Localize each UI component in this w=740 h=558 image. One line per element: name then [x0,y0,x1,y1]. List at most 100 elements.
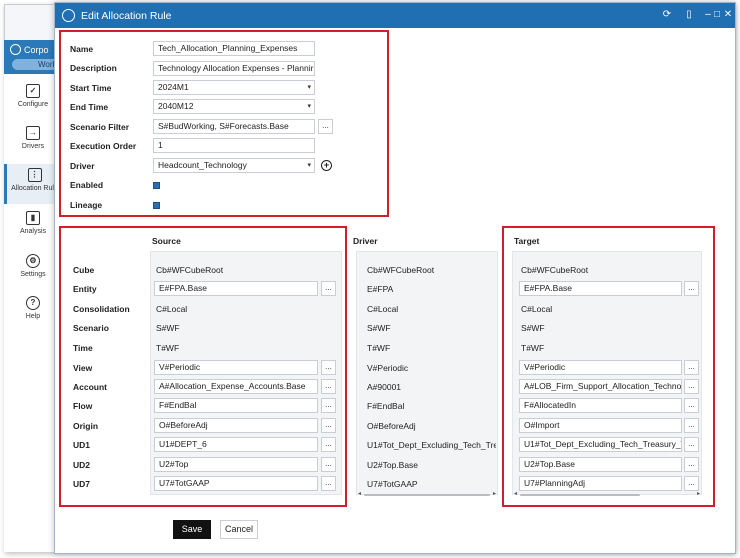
driver-select[interactable]: Headcount_Technology ▾ [153,158,315,173]
source-dimension-field[interactable]: E#FPA.Base [154,281,318,296]
target-member-picker-button[interactable]: ... [684,476,699,491]
target-member-picker-button[interactable]: ... [684,360,699,375]
screen: { "app": { "brand": "Corpo", "workspace_… [0,0,740,558]
execution-order-field[interactable]: 1 [153,138,315,153]
target-dimension-field[interactable]: O#Import [519,418,682,433]
nav-label: Analysis [19,228,47,235]
source-dimension-field[interactable]: A#Allocation_Expense_Accounts.Base [154,379,318,394]
dimension-label: Cube [73,265,95,275]
app-logo-icon [10,44,21,55]
end-time-select[interactable]: 2040M12 ▾ [153,99,315,114]
source-dimension-field[interactable]: V#Periodic [154,360,318,375]
target-dimension-field[interactable]: U2#Top.Base [519,457,682,472]
source-dimension-field[interactable]: U7#TotGAAP [154,476,318,491]
target-dimension-value: C#Local [521,304,553,314]
app-logo-icon [62,9,75,22]
refresh-icon[interactable]: ⟳ [661,9,673,21]
target-dimension-field[interactable]: U1#Tot_Dept_Excluding_Tech_Treasury_Va [519,437,682,452]
scroll-left-icon[interactable]: ◂ [514,490,517,497]
source-dimension-value: T#WF [156,343,180,353]
source-member-picker-button[interactable]: ... [321,457,336,472]
dimension-label: UD2 [73,460,91,470]
driver-dimension-value: C#Local [367,304,399,314]
source-dimension-value: C#Local [156,304,188,314]
dimension-label: View [73,363,93,373]
description-field[interactable]: Technology Allocation Expenses - Plannir [153,61,315,76]
close-icon[interactable]: ✕ [722,9,734,21]
enabled-checkbox[interactable] [153,182,160,189]
target-member-picker-button[interactable]: ... [684,457,699,472]
dimension-label: Consolidation [73,304,130,314]
driver-value: Headcount_Technology [158,160,247,170]
source-dimension-field[interactable]: F#EndBal [154,398,318,413]
start-time-value: 2024M1 [158,82,189,92]
source-member-picker-button[interactable]: ... [321,360,336,375]
scroll-right-icon[interactable]: ▸ [493,490,496,497]
target-member-picker-button[interactable]: ... [684,437,699,452]
scroll-right-icon[interactable]: ▸ [697,490,700,497]
driver-dimension-value: O#BeforeAdj [367,421,416,431]
enabled-label: Enabled [70,180,104,190]
pin-icon[interactable]: ▯ [683,9,695,21]
start-time-select[interactable]: 2024M1 ▾ [153,80,315,95]
target-horizontal-scrollbar[interactable]: ◂ ▸ [514,490,700,497]
scroll-left-icon[interactable]: ◂ [358,490,361,497]
drivers-icon: → [26,126,40,140]
target-dimension-value: Cb#WFCubeRoot [521,265,589,275]
app-brand: Corpo [10,44,49,55]
chevron-down-icon: ▾ [307,84,311,91]
dimension-label: UD1 [73,440,91,450]
driver-dimension-value: E#FPA [367,284,394,294]
add-driver-icon[interactable]: + [321,160,332,171]
source-member-picker-button[interactable]: ... [321,379,336,394]
driver-horizontal-scrollbar[interactable]: ◂ ▸ [358,490,496,497]
dimension-label: Entity [73,284,97,294]
target-member-picker-button[interactable]: ... [684,418,699,433]
source-member-picker-button[interactable]: ... [321,437,336,452]
source-member-picker-button[interactable]: ... [321,398,336,413]
target-dimension-field[interactable]: V#Periodic [519,360,682,375]
cancel-button[interactable]: Cancel [220,520,258,539]
configure-icon: ✓ [26,84,40,98]
source-dimension-field[interactable]: U1#DEPT_6 [154,437,318,452]
dimension-label: Origin [73,421,99,431]
start-time-label: Start Time [70,83,112,93]
name-field[interactable]: Tech_Allocation_Planning_Expenses [153,41,315,56]
scenario-filter-picker-button[interactable]: ... [318,119,333,134]
allocation-rule-icon: ⋮ [27,168,42,182]
source-dimension-value: Cb#WFCubeRoot [156,265,224,275]
help-icon: ? [26,296,40,310]
target-dimension-field[interactable]: E#FPA.Base [519,281,682,296]
description-label: Description [70,63,117,73]
target-member-picker-button[interactable]: ... [684,398,699,413]
driver-dimension-value: U7#TotGAAP [367,479,418,489]
dialog-titlebar[interactable]: Edit Allocation Rule ⟳ ▯ – □ ✕ [55,3,735,28]
target-dimension-field[interactable]: U7#PlanningAdj [519,476,682,491]
driver-dimension-value: A#90001 [367,382,402,392]
lineage-checkbox[interactable] [153,202,160,209]
dimension-label: Flow [73,401,93,411]
nav-label: Allocation Rule [11,185,58,192]
chevron-down-icon: ▾ [307,103,311,110]
driver-dimension-value: U2#Top.Base [367,460,419,470]
scrollbar-track[interactable] [364,494,490,496]
source-member-picker-button[interactable]: ... [321,476,336,491]
target-dimension-field[interactable]: F#AllocatedIn [519,398,682,413]
source-dimension-field[interactable]: U2#Top [154,457,318,472]
end-time-value: 2040M12 [158,101,194,111]
scenario-filter-field[interactable]: S#BudWorking, S#Forecasts.Base [153,119,315,134]
end-time-label: End Time [70,102,109,112]
target-dimension-field[interactable]: A#LOB_Firm_Support_Allocation_Technolc [519,379,682,394]
target-member-picker-button[interactable]: ... [684,281,699,296]
source-member-picker-button[interactable]: ... [321,418,336,433]
scenario-filter-label: Scenario Filter [70,122,130,132]
driver-dimension-value: U1#Tot_Dept_Excluding_Tech_Treas [367,440,496,450]
source-member-picker-button[interactable]: ... [321,281,336,296]
target-member-picker-button[interactable]: ... [684,379,699,394]
dimension-label: Scenario [73,323,109,333]
driver-dimension-value: Cb#WFCubeRoot [367,265,435,275]
save-button[interactable]: Save [173,520,211,539]
lineage-label: Lineage [70,200,103,210]
scrollbar-track[interactable] [520,494,640,496]
source-dimension-field[interactable]: O#BeforeAdj [154,418,318,433]
